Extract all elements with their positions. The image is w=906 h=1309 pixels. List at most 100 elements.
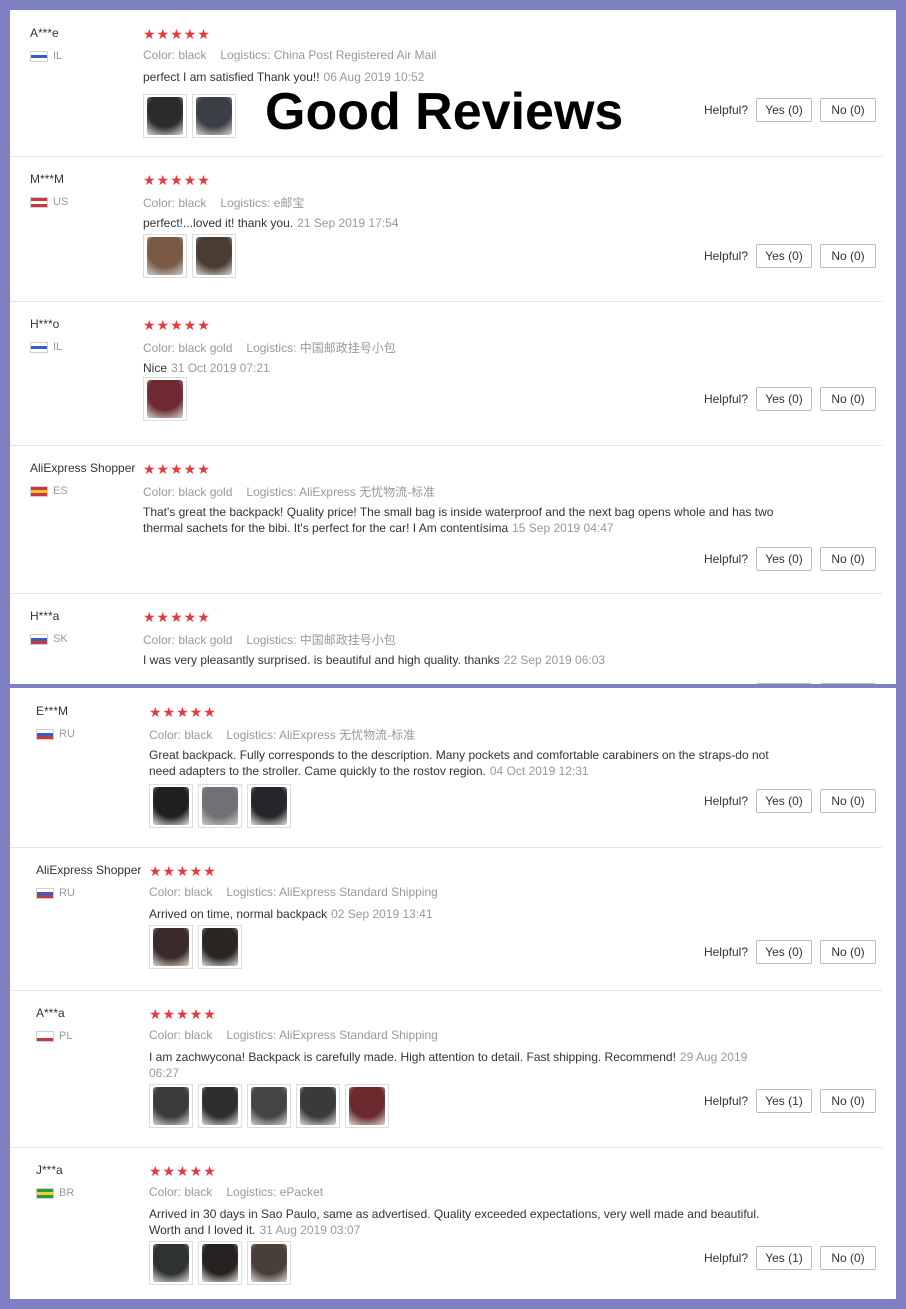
reviewer-name: AliExpress Shopper bbox=[30, 461, 136, 475]
reviewer-name: A***e bbox=[30, 26, 59, 40]
helpful-yes-button[interactable]: Yes (0) bbox=[756, 98, 812, 122]
country-code: RU bbox=[59, 887, 75, 899]
review-photo-thumbnail[interactable] bbox=[149, 1241, 193, 1285]
country-code: BR bbox=[59, 1187, 75, 1199]
reviewer-country: IL bbox=[30, 341, 62, 353]
reviewer-name: E***M bbox=[36, 704, 69, 718]
country-flag-icon bbox=[36, 1187, 54, 1199]
reviewer-country: RU bbox=[36, 728, 75, 740]
country-code: PL bbox=[59, 1030, 73, 1042]
helpful-yes-button[interactable]: Yes (0) bbox=[756, 387, 812, 411]
review-photo-thumbnail[interactable] bbox=[192, 94, 236, 138]
reviewer-country: US bbox=[30, 196, 68, 208]
reviewer-country: SK bbox=[30, 633, 68, 645]
review-photo-thumbnail[interactable] bbox=[149, 784, 193, 828]
helpful-no-button[interactable]: No (0) bbox=[820, 1246, 876, 1270]
reviewer-name: AliExpress Shopper bbox=[36, 863, 142, 877]
review-photo-thumbnail[interactable] bbox=[143, 377, 187, 421]
review-text: perfect!...loved it! thank you. 21 Sep 20… bbox=[143, 215, 783, 231]
country-flag-icon bbox=[30, 341, 48, 353]
order-info: Color: black Logistics: China Post Regist… bbox=[143, 48, 436, 62]
review-item: AliExpress Shopper RU ★★★★★ Color: black Log… bbox=[10, 847, 882, 991]
order-info: Color: black gold Logistics: 中国邮政挂号小包 bbox=[143, 339, 396, 356]
color-attribute: Color: black bbox=[149, 1185, 213, 1199]
helpful-yes-button[interactable]: Yes (0) bbox=[756, 940, 812, 964]
helpful-no-button[interactable]: No (0) bbox=[820, 387, 876, 411]
helpful-yes-button[interactable]: Yes (1) bbox=[756, 1246, 812, 1270]
reviewer-country: IL bbox=[30, 50, 62, 62]
review-photos bbox=[143, 377, 187, 421]
review-date: 02 Sep 2019 13:41 bbox=[331, 907, 433, 921]
rating-stars-icon: ★★★★★ bbox=[143, 461, 211, 477]
rating-stars-icon: ★★★★★ bbox=[143, 317, 211, 333]
review-photo-thumbnail[interactable] bbox=[143, 234, 187, 278]
review-photo-thumbnail[interactable] bbox=[296, 1084, 340, 1128]
helpful-yes-button[interactable]: Yes (1) bbox=[756, 1089, 812, 1113]
rating-stars-icon: ★★★★★ bbox=[149, 1006, 217, 1022]
logistics-attribute: Logistics: 中国邮政挂号小包 bbox=[246, 633, 396, 647]
helpful-no-button[interactable] bbox=[820, 683, 876, 684]
logistics-attribute: Logistics: AliExpress 无忧物流-标准 bbox=[246, 485, 436, 499]
order-info: Color: black gold Logistics: 中国邮政挂号小包 bbox=[143, 631, 396, 648]
country-flag-icon bbox=[36, 728, 54, 740]
country-code: US bbox=[53, 196, 69, 208]
review-photo-thumbnail[interactable] bbox=[198, 784, 242, 828]
review-item: AliExpress Shopper ES ★★★★★ Color: black go… bbox=[10, 445, 882, 594]
review-date: 31 Oct 2019 07:21 bbox=[171, 361, 270, 375]
review-photo-thumbnail[interactable] bbox=[198, 925, 242, 969]
review-photo-thumbnail[interactable] bbox=[198, 1084, 242, 1128]
helpful-no-button[interactable]: No (0) bbox=[820, 244, 876, 268]
helpful-votes: Helpful? Yes (0) No (0) bbox=[704, 547, 876, 571]
review-date: 31 Aug 2019 03:07 bbox=[259, 1223, 361, 1237]
rating-stars-icon: ★★★★★ bbox=[149, 863, 217, 879]
helpful-label: Helpful? bbox=[703, 1094, 748, 1108]
review-photo-thumbnail[interactable] bbox=[247, 1241, 291, 1285]
country-flag-icon bbox=[30, 485, 48, 497]
color-attribute: Color: black bbox=[149, 728, 213, 742]
order-info: Color: black Logistics: ePacket bbox=[149, 1185, 323, 1199]
logistics-attribute: Logistics: China Post Registered Air Mai… bbox=[220, 48, 437, 62]
review-text: That's great the backpack! Quality price… bbox=[143, 504, 783, 536]
helpful-label: Helpful? bbox=[703, 794, 748, 808]
reviews-panel-bottom: E***M RU ★★★★★ Color: black Logistics: AliEx… bbox=[10, 688, 896, 1299]
helpful-votes: Helpful? Yes (0) No (0) bbox=[704, 98, 876, 122]
helpful-no-button[interactable]: No (0) bbox=[820, 1089, 876, 1113]
overlay-title: Good Reviews bbox=[265, 83, 624, 141]
review-photo-thumbnail[interactable] bbox=[198, 1241, 242, 1285]
helpful-no-button[interactable]: No (0) bbox=[820, 789, 876, 813]
review-body: I am zachwycona! Backpack is carefully m… bbox=[149, 1050, 676, 1064]
review-date: 15 Sep 2019 04:47 bbox=[512, 521, 614, 535]
helpful-label: Helpful? bbox=[703, 1251, 748, 1265]
review-date: 22 Sep 2019 06:03 bbox=[503, 653, 606, 667]
logistics-attribute: Logistics: AliExpress Standard Shipping bbox=[226, 885, 438, 899]
helpful-yes-button[interactable]: Yes (0) bbox=[756, 547, 812, 571]
helpful-votes: Helpful? Yes (1) No (0) bbox=[704, 1246, 876, 1270]
helpful-votes: Helpful? Yes (0) No (0) bbox=[704, 244, 876, 268]
review-body: perfect!...loved it! thank you. bbox=[143, 216, 294, 230]
helpful-label: Helpful? bbox=[703, 392, 748, 406]
review-photo-thumbnail[interactable] bbox=[247, 784, 291, 828]
helpful-no-button[interactable]: No (0) bbox=[820, 98, 876, 122]
review-item: A***a PL ★★★★★ Color: black Logistics: AliEx… bbox=[10, 990, 882, 1148]
rating-stars-icon: ★★★★★ bbox=[149, 1163, 217, 1179]
review-photo-thumbnail[interactable] bbox=[247, 1084, 291, 1128]
review-text: Arrived in 30 days in Sao Paulo, same as… bbox=[149, 1206, 789, 1238]
reviewer-name: M***M bbox=[30, 172, 65, 186]
review-photo-thumbnail[interactable] bbox=[192, 234, 236, 278]
review-photos bbox=[149, 784, 291, 828]
helpful-no-button[interactable]: No (0) bbox=[820, 547, 876, 571]
review-text: I am zachwycona! Backpack is carefully m… bbox=[149, 1049, 759, 1081]
review-photo-thumbnail[interactable] bbox=[149, 1084, 193, 1128]
review-photos bbox=[143, 234, 236, 278]
review-photo-thumbnail[interactable] bbox=[143, 94, 187, 138]
review-photo-thumbnail[interactable] bbox=[149, 925, 193, 969]
helpful-yes-button[interactable]: Yes (0) bbox=[756, 244, 812, 268]
helpful-no-button[interactable]: No (0) bbox=[820, 940, 876, 964]
review-photo-thumbnail[interactable] bbox=[345, 1084, 389, 1128]
helpful-yes-button[interactable]: Yes (0) bbox=[756, 789, 812, 813]
country-flag-icon bbox=[36, 1030, 54, 1042]
logistics-attribute: Logistics: e邮宝 bbox=[220, 196, 305, 210]
review-body: Nice bbox=[143, 361, 168, 375]
helpful-yes-button[interactable] bbox=[756, 683, 812, 684]
logistics-attribute: Logistics: 中国邮政挂号小包 bbox=[246, 341, 396, 355]
